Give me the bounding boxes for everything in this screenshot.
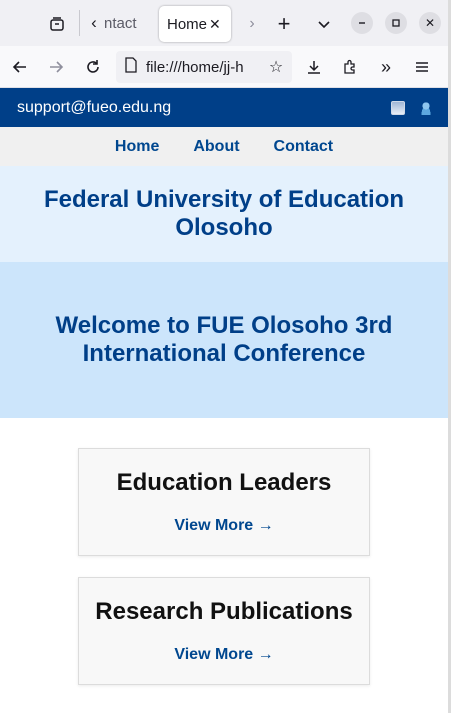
- close-window-icon[interactable]: ✕: [419, 12, 441, 34]
- site-nav: Home About Contact: [0, 127, 448, 166]
- card-title: Research Publications: [95, 598, 353, 625]
- puzzle-icon[interactable]: [334, 51, 366, 83]
- reload-icon[interactable]: [77, 51, 109, 83]
- hamburger-icon[interactable]: [406, 51, 438, 83]
- forward-arrow-icon[interactable]: [40, 51, 72, 83]
- nav-about[interactable]: About: [193, 138, 239, 156]
- nav-toolbar: file:///home/jj-h ☆ »: [0, 46, 448, 88]
- tab-label: ntact: [104, 14, 137, 32]
- close-icon[interactable]: ✕: [209, 16, 221, 33]
- site-title: Federal University of Education Olosoho: [43, 186, 405, 241]
- tab-home[interactable]: Home ✕: [159, 6, 231, 42]
- tab-label: Home: [167, 15, 208, 33]
- card-education-leaders: Education Leaders View More →: [78, 448, 370, 556]
- card-title: Education Leaders: [116, 469, 332, 496]
- plus-icon[interactable]: +: [268, 8, 300, 40]
- tab-strip: ‹ ntact Home ✕ › + ✕: [0, 0, 448, 46]
- nav-contact[interactable]: Contact: [274, 138, 334, 156]
- tab-contact[interactable]: ‹ ntact: [84, 7, 154, 39]
- hero-section: Welcome to FUE Olosoho 3rd International…: [0, 262, 448, 418]
- support-email[interactable]: support@fueo.edu.ng: [17, 99, 171, 117]
- chevron-right-icon[interactable]: ›: [236, 8, 268, 40]
- tab-list-icon[interactable]: [41, 8, 73, 40]
- minimize-icon[interactable]: [351, 12, 373, 34]
- web-page: support@fueo.edu.ng Home About Contact F…: [0, 88, 448, 713]
- card-research-publications: Research Publications View More →: [78, 577, 370, 685]
- site-header: Federal University of Education Olosoho: [0, 166, 448, 262]
- nav-home[interactable]: Home: [115, 138, 159, 156]
- card-list: Education Leaders View More → Research P…: [0, 418, 448, 685]
- view-more-link[interactable]: View More →: [174, 646, 273, 664]
- tab-separator: [79, 10, 80, 36]
- maximize-icon[interactable]: [385, 12, 407, 34]
- double-chevron-icon[interactable]: »: [370, 51, 402, 83]
- site-topbar: support@fueo.edu.ng: [0, 88, 448, 127]
- url-text[interactable]: file:///home/jj-h: [146, 59, 256, 76]
- page-icon: [124, 57, 138, 77]
- back-arrow-icon[interactable]: [4, 51, 36, 83]
- book-icon[interactable]: [391, 100, 405, 115]
- chevron-down-icon[interactable]: [308, 8, 340, 40]
- download-icon[interactable]: [298, 51, 330, 83]
- browser-window: ‹ ntact Home ✕ › + ✕ file:///home/jj-h ☆…: [0, 0, 448, 713]
- user-icon[interactable]: [419, 100, 433, 115]
- star-icon[interactable]: ☆: [264, 55, 288, 79]
- view-more-link[interactable]: View More →: [174, 517, 273, 535]
- hero-title: Welcome to FUE Olosoho 3rd International…: [55, 312, 393, 367]
- topbar-icons: [391, 100, 433, 115]
- url-bar[interactable]: file:///home/jj-h ☆: [116, 51, 292, 83]
- chevron-left-icon[interactable]: ‹: [84, 13, 104, 33]
